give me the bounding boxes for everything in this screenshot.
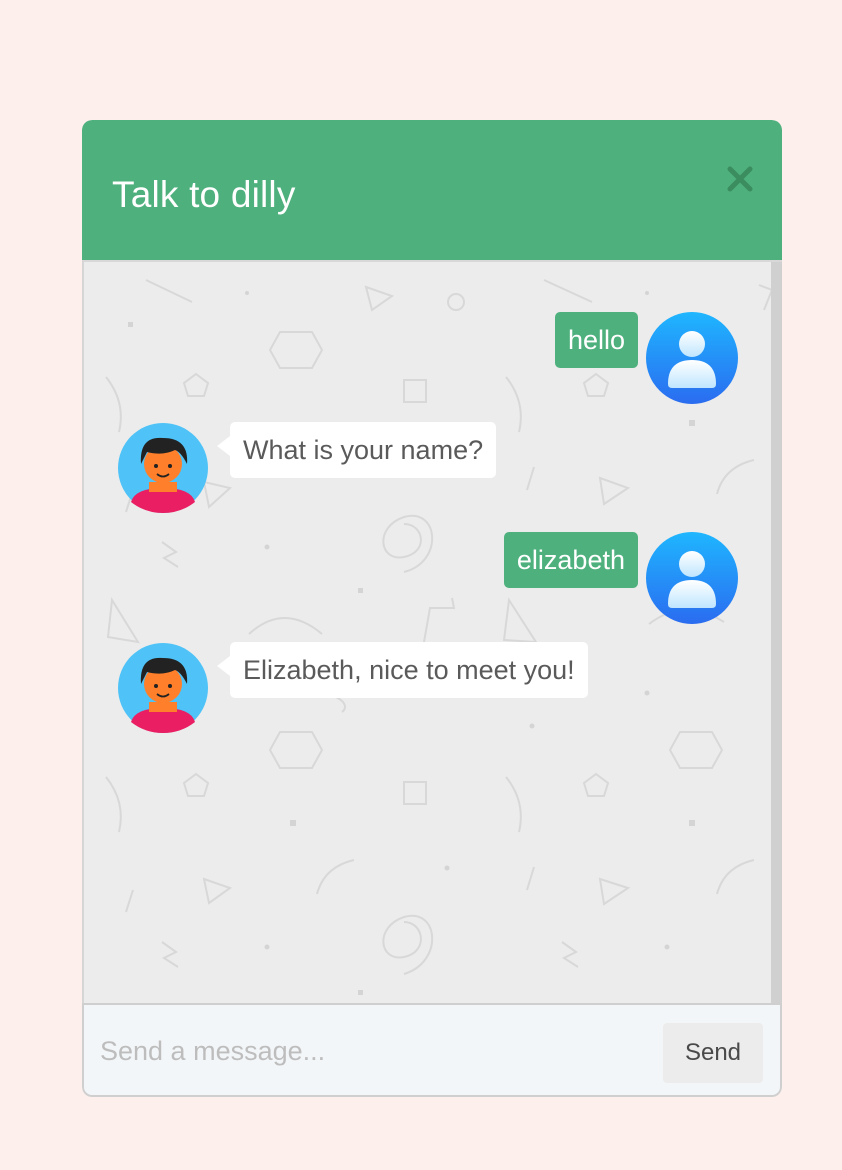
- bot-message-bubble: What is your name?: [216, 422, 497, 478]
- user-message-bubble: elizabeth: [503, 532, 638, 588]
- bot-message-bubble: Elizabeth, nice to meet you!: [217, 642, 588, 698]
- user-avatar-icon: [646, 532, 738, 624]
- bot-avatar-icon: [118, 423, 208, 513]
- close-icon: [727, 166, 753, 192]
- chat-widget: Talk to dilly hello What is your name? e…: [82, 120, 782, 1097]
- message-input[interactable]: [98, 1019, 642, 1083]
- user-avatar-icon: [646, 312, 738, 404]
- message-composer: Send: [82, 1003, 782, 1097]
- chat-header: Talk to dilly: [82, 120, 782, 260]
- bot-avatar-icon: [118, 643, 208, 733]
- chat-title: Talk to dilly: [112, 174, 296, 215]
- message-list[interactable]: hello What is your name? elizabeth Eliza…: [82, 260, 782, 1003]
- close-button[interactable]: [725, 164, 755, 194]
- user-message-bubble: hello: [554, 312, 638, 368]
- send-button[interactable]: Send: [663, 1023, 763, 1083]
- scrollbar[interactable]: [771, 262, 782, 1003]
